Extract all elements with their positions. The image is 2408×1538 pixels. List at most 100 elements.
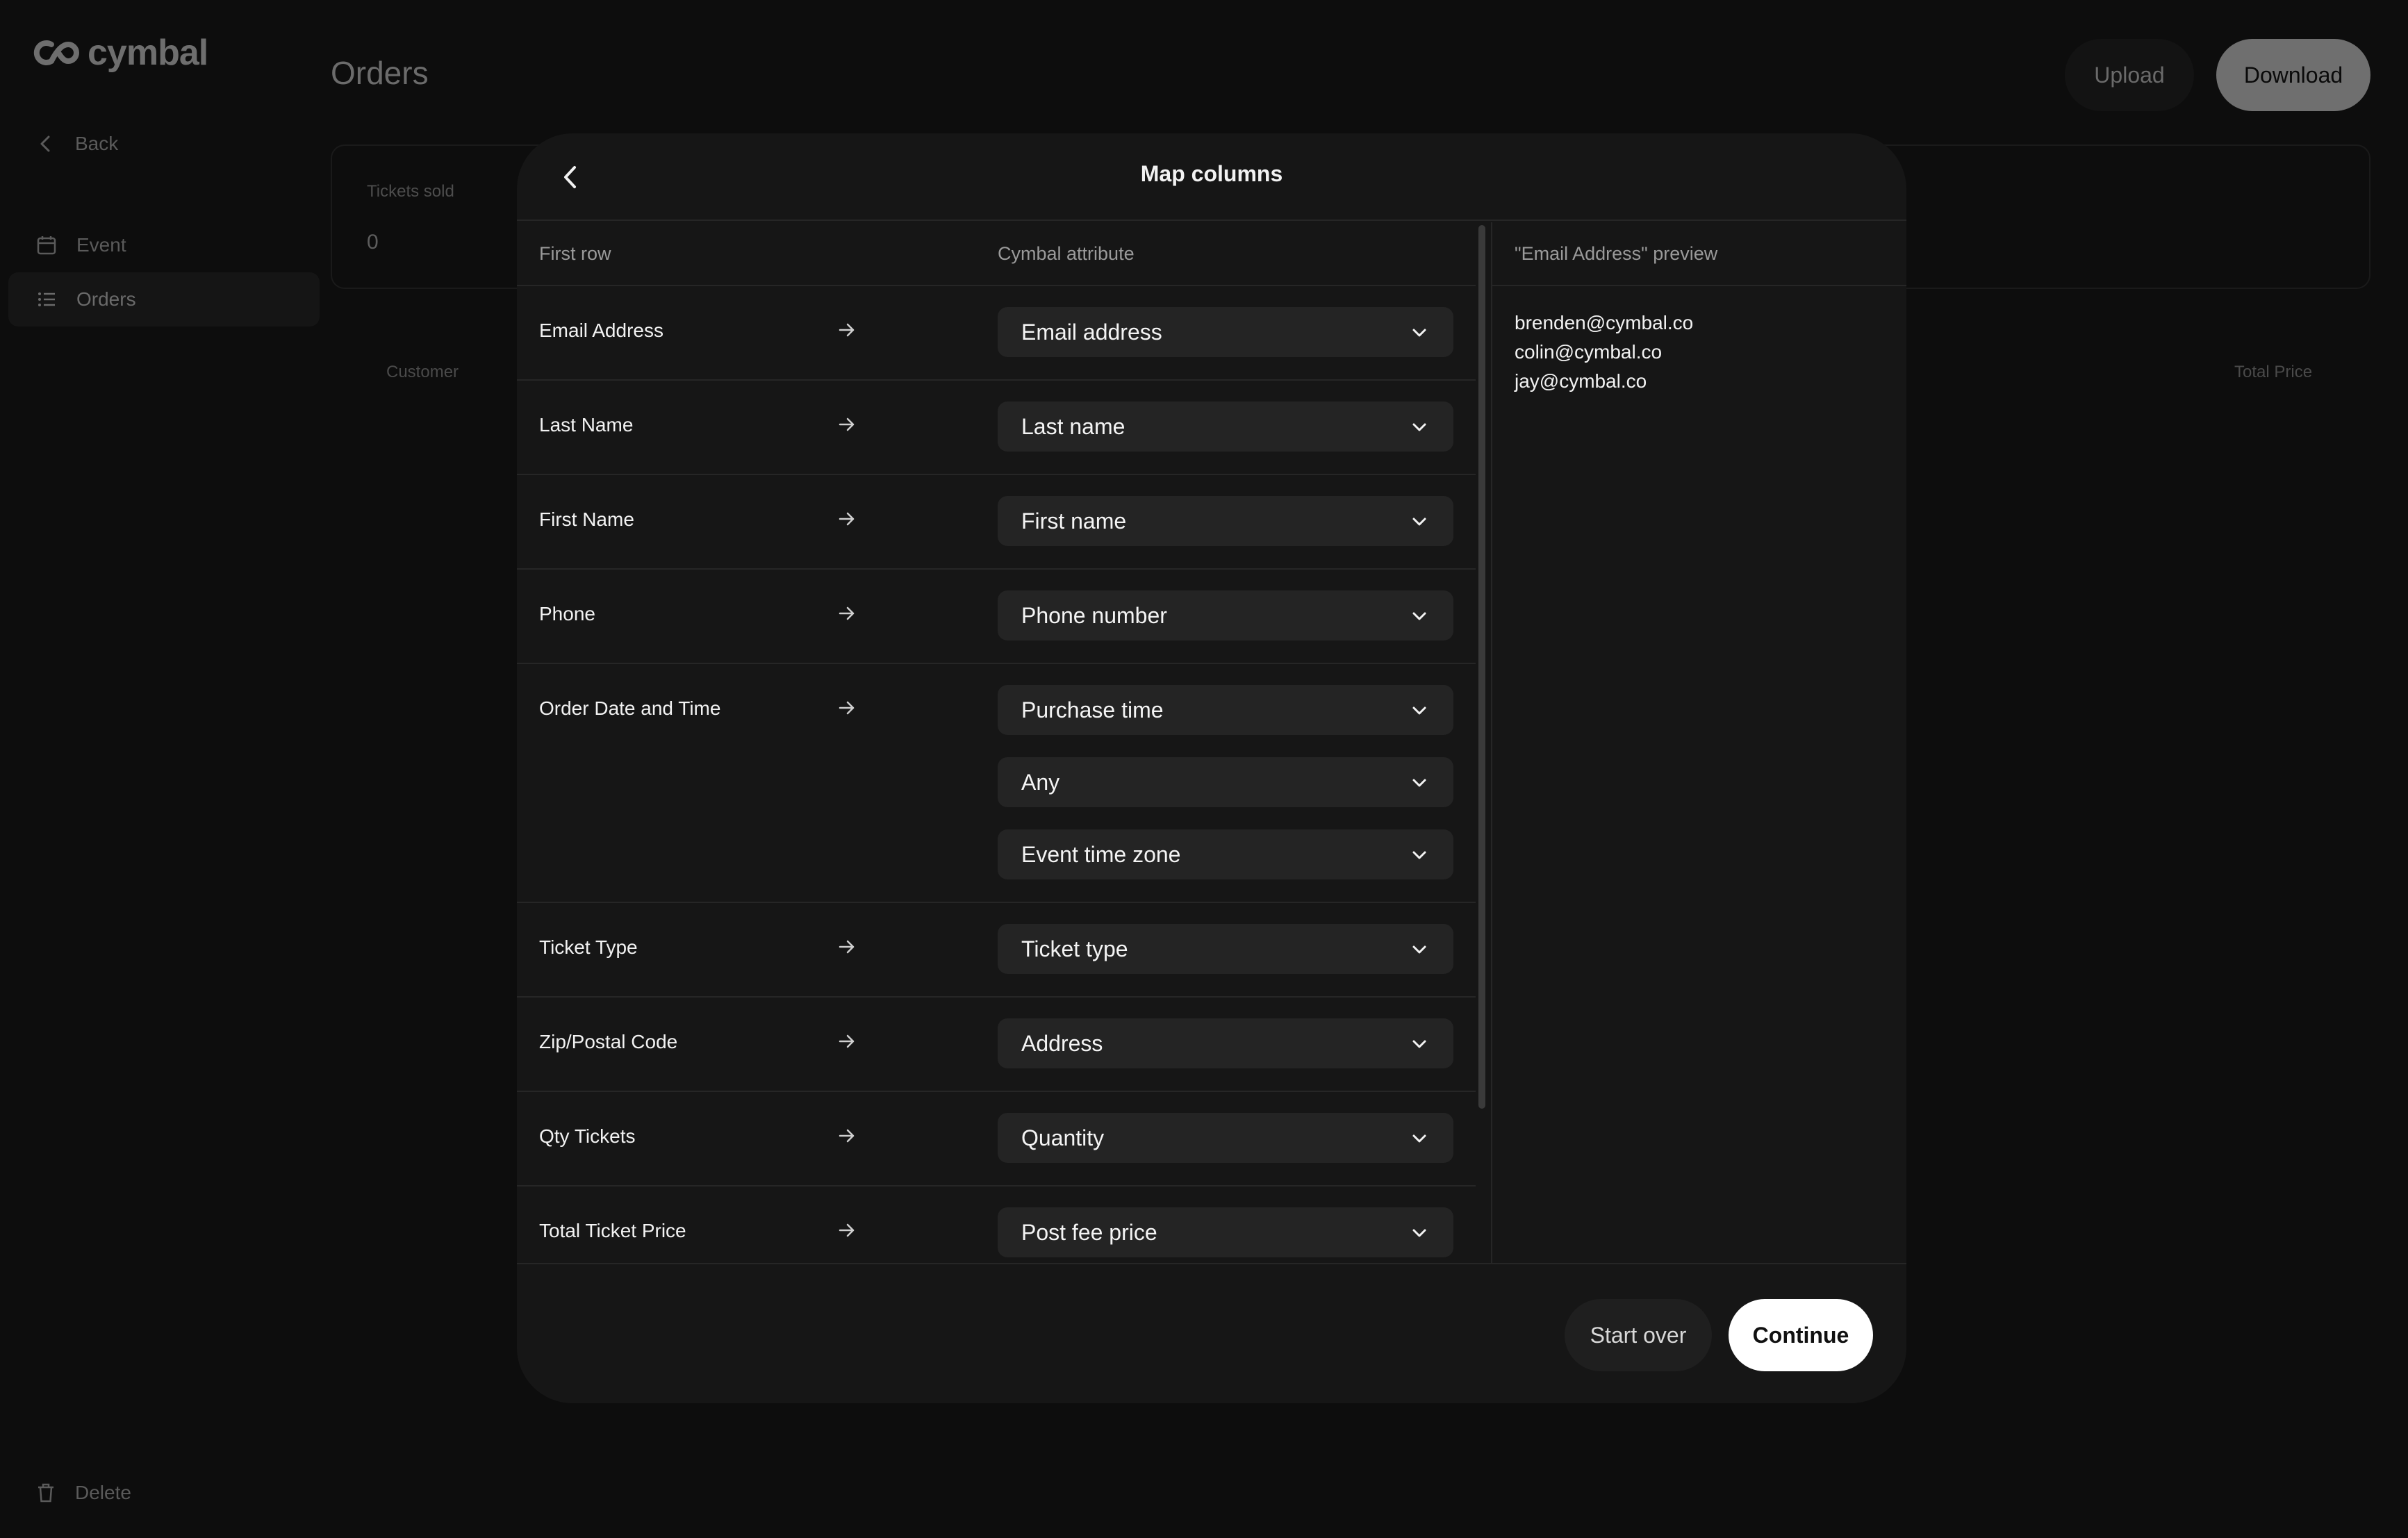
attribute-select[interactable]: Email address — [998, 307, 1453, 357]
mapping-header: First row Cymbal attribute — [517, 222, 1476, 286]
cymbal-logo-icon — [33, 40, 79, 65]
source-column-label: Email Address — [539, 320, 663, 341]
attribute-select[interactable]: Post fee price — [998, 1207, 1453, 1257]
map-columns-modal: Map columns First row Cymbal attribute E… — [517, 133, 1906, 1403]
mapping-row: Email Address Email address — [517, 286, 1476, 381]
tickets-sold-label: Tickets sold — [367, 182, 454, 201]
download-button[interactable]: Download — [2216, 39, 2370, 111]
attribute-select[interactable]: Purchase time — [998, 685, 1453, 735]
select-value: Last name — [1021, 413, 1125, 439]
source-column-label: Qty Tickets — [539, 1125, 636, 1147]
select-value: Purchase time — [1021, 697, 1164, 722]
chevron-down-icon — [1412, 518, 1426, 526]
modal-footer: Start over Continue — [517, 1263, 1906, 1403]
source-column-label: First Name — [539, 508, 634, 530]
preview-list: brenden@cymbal.co colin@cymbal.co jay@cy… — [1515, 308, 1693, 396]
source-column-label: Zip/Postal Code — [539, 1031, 678, 1052]
select-value: Address — [1021, 1030, 1103, 1056]
mapping-row: First Name First name — [517, 475, 1476, 570]
select-value: Post fee price — [1021, 1219, 1157, 1245]
arrow-right-icon — [839, 1223, 855, 1237]
source-column-label: Phone — [539, 603, 595, 625]
preview-item: brenden@cymbal.co — [1515, 312, 1694, 333]
back-label: Back — [75, 133, 119, 154]
chevron-down-icon — [1412, 1134, 1426, 1143]
arrow-right-icon — [839, 1129, 855, 1143]
attribute-select[interactable]: Event time zone — [998, 829, 1453, 879]
arrow-right-icon — [839, 323, 855, 337]
chevron-down-icon — [1412, 329, 1426, 337]
arrow-right-icon — [839, 512, 855, 526]
continue-button[interactable]: Continue — [1729, 1299, 1873, 1371]
chevron-down-icon — [1412, 851, 1426, 859]
tickets-sold-value: 0 — [367, 231, 379, 254]
chevron-down-icon — [1412, 706, 1426, 715]
logo-text: cymbal — [88, 33, 208, 73]
attribute-select[interactable]: Quantity — [998, 1113, 1453, 1163]
attribute-select[interactable]: Phone number — [998, 590, 1453, 640]
chevron-down-icon — [1412, 779, 1426, 787]
arrow-right-icon — [839, 1034, 855, 1048]
preview-item: colin@cymbal.co — [1515, 341, 1663, 363]
arrow-right-icon — [839, 940, 855, 954]
page-title: Orders — [331, 55, 429, 91]
modal-title: Map columns — [1140, 161, 1283, 186]
chevron-down-icon — [1412, 423, 1426, 431]
preview-pane: "Email Address" preview brenden@cymbal.c… — [1491, 222, 1906, 1396]
attribute-select[interactable]: Address — [998, 1018, 1453, 1068]
sidebar-item-label: Event — [76, 234, 126, 256]
preview-header: "Email Address" preview — [1492, 222, 1906, 286]
source-column-label: Order Date and Time — [539, 697, 721, 719]
select-value: First name — [1021, 508, 1127, 534]
start-over-button[interactable]: Start over — [1565, 1299, 1712, 1371]
preview-item: jay@cymbal.co — [1515, 370, 1647, 392]
mapping-row: Last Name Last name — [517, 381, 1476, 475]
scrollbar[interactable] — [1478, 225, 1485, 1109]
preview-title: "Email Address" preview — [1515, 243, 1718, 264]
arrow-right-icon — [839, 606, 855, 620]
mapping-row: Zip/Postal Code Address — [517, 998, 1476, 1092]
select-value: Email address — [1021, 319, 1162, 345]
list-icon — [38, 292, 55, 306]
mapping-rows: Email Address Email address Last Name Last … — [517, 286, 1476, 1281]
mapping-row: Qty Tickets Quantity — [517, 1092, 1476, 1186]
delete-label: Delete — [75, 1482, 131, 1503]
chevron-down-icon — [1412, 1040, 1426, 1048]
select-value: Event time zone — [1021, 841, 1181, 867]
mapping-list[interactable]: First row Cymbal attribute Email Address… — [517, 222, 1476, 1396]
sidebar-item-event[interactable]: Event — [8, 218, 320, 272]
attribute-select[interactable]: Any — [998, 757, 1453, 807]
sidebar-item-label: Orders — [76, 288, 136, 310]
chevron-down-icon — [1412, 612, 1426, 620]
attribute-header: Cymbal attribute — [998, 243, 1135, 264]
attribute-select[interactable]: Ticket type — [998, 924, 1453, 974]
upload-button[interactable]: Upload — [2065, 39, 2194, 111]
arrow-right-icon — [839, 701, 855, 715]
mapping-row: Ticket Type Ticket type — [517, 903, 1476, 998]
mapping-row: Phone Phone number — [517, 570, 1476, 664]
arrow-right-icon — [839, 417, 855, 431]
back-link[interactable]: Back — [8, 117, 320, 171]
first-row-header: First row — [539, 243, 611, 264]
attribute-select[interactable]: Last name — [998, 402, 1453, 452]
column-header-customer[interactable]: Customer — [386, 363, 459, 382]
sidebar-item-orders[interactable]: Orders — [8, 272, 320, 326]
chevron-down-icon — [1412, 945, 1426, 954]
source-column-label: Ticket Type — [539, 936, 638, 958]
select-value: Quantity — [1021, 1125, 1105, 1150]
select-value: Phone number — [1021, 602, 1167, 628]
chevron-down-icon — [1412, 1229, 1426, 1237]
attribute-select[interactable]: First name — [998, 496, 1453, 546]
trash-icon — [38, 1483, 53, 1503]
mapping-row: Order Date and Time Purchase time Any Event… — [517, 664, 1476, 903]
cymbal-logo[interactable]: cymbal — [31, 32, 208, 74]
select-value: Ticket type — [1021, 936, 1128, 961]
column-header-total-price[interactable]: Total Price — [2234, 363, 2312, 382]
chevron-left-icon — [40, 135, 50, 152]
modal-header: Map columns — [517, 133, 1906, 221]
delete-button[interactable]: Delete — [8, 1466, 320, 1520]
source-column-label: Total Ticket Price — [539, 1220, 686, 1241]
source-column-label: Last Name — [539, 414, 634, 436]
select-value: Any — [1021, 769, 1060, 795]
calendar-icon — [37, 236, 56, 255]
